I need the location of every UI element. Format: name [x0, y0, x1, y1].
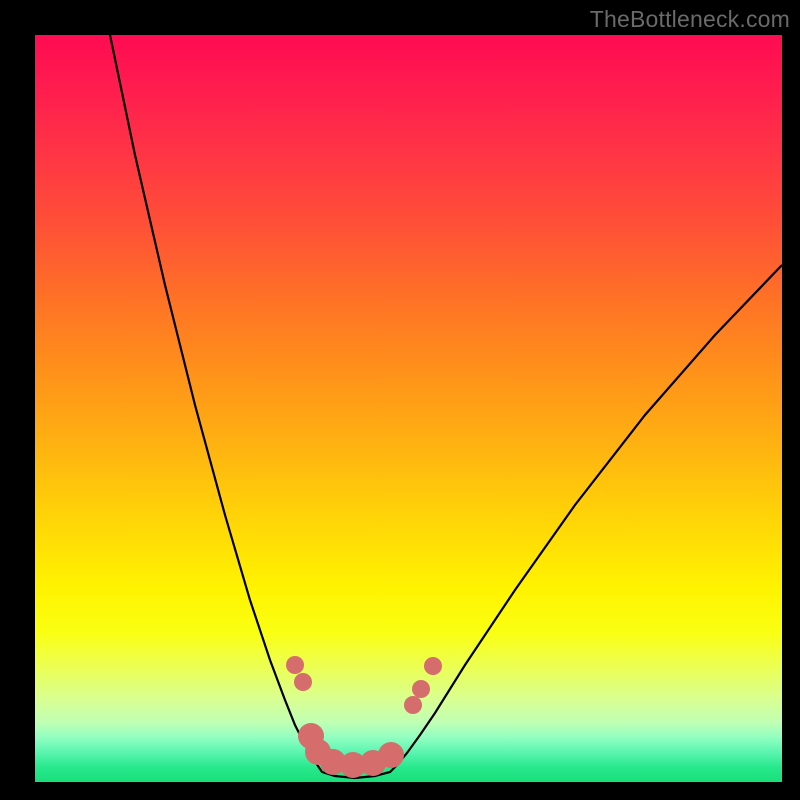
bottleneck-curve — [110, 35, 782, 778]
curve-marker — [298, 723, 324, 749]
curve-marker — [378, 742, 404, 768]
chart-frame: TheBottleneck.com — [0, 0, 800, 800]
curve-marker — [320, 749, 346, 775]
curve-markers — [286, 656, 442, 778]
curve-marker — [286, 656, 304, 674]
curve-marker — [424, 657, 442, 675]
curve-marker — [294, 673, 312, 691]
curve-marker — [412, 680, 430, 698]
chart-svg — [35, 35, 782, 782]
curve-marker — [404, 696, 422, 714]
curve-marker — [360, 750, 386, 776]
curve-marker — [305, 739, 331, 765]
curve-marker — [340, 752, 366, 778]
chart-plot-area — [35, 35, 782, 782]
watermark-text: TheBottleneck.com — [590, 6, 790, 33]
